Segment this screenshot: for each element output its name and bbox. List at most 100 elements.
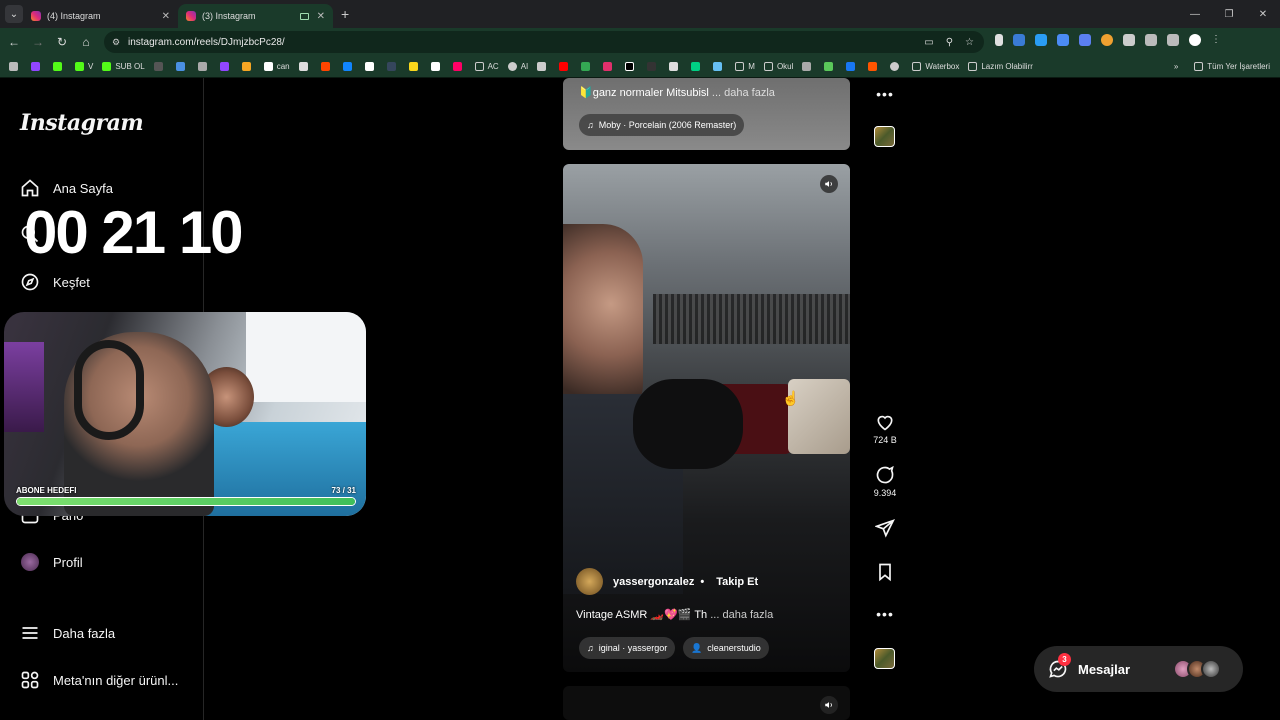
bookmark-item[interactable]: [408, 62, 422, 71]
restore-icon[interactable]: ❐: [1212, 0, 1246, 28]
sound-toggle-button[interactable]: [820, 175, 838, 193]
reel-more-action[interactable]: •••: [870, 606, 900, 622]
bookmark-item[interactable]: [197, 62, 211, 71]
author-avatar[interactable]: [576, 568, 603, 595]
bookmark-item[interactable]: [342, 62, 356, 71]
ext-badge-icon[interactable]: [1013, 34, 1025, 46]
bookmark-can[interactable]: can: [263, 62, 290, 71]
pen-ext-icon[interactable]: [995, 34, 1003, 46]
site-info-icon[interactable]: ⚙: [112, 37, 120, 48]
bookmark-item[interactable]: [647, 62, 660, 71]
bookmark-item[interactable]: [219, 62, 233, 71]
reload-icon[interactable]: ↻: [50, 35, 74, 49]
browser-menu-icon[interactable]: ⋮: [1211, 34, 1223, 46]
bookmark-item[interactable]: [175, 62, 189, 71]
close-tab-icon[interactable]: ✕: [317, 11, 325, 22]
bookmark-item[interactable]: [669, 62, 682, 71]
bookmark-item[interactable]: [320, 62, 334, 71]
collaborator-chip[interactable]: 👤 cleanerstudio: [683, 637, 769, 659]
bookmark-item[interactable]: [31, 62, 44, 71]
like-action[interactable]: 724 B: [870, 412, 900, 445]
download-icon[interactable]: [1145, 34, 1157, 46]
bookmark-item[interactable]: [824, 62, 837, 71]
more-link[interactable]: ... daha fazla: [710, 609, 773, 621]
sidebar-item-meta[interactable]: Meta'nın diğer ürünl...: [20, 670, 178, 690]
bookmark-folder-lazim[interactable]: Lazım Olabilirr: [968, 62, 1033, 71]
more-link[interactable]: ... daha fazla: [712, 87, 775, 99]
sidebar-item-explore[interactable]: Keşfet: [20, 272, 90, 292]
bookmark-folder-ac[interactable]: AC: [474, 62, 499, 71]
cast-icon[interactable]: ▭: [924, 37, 933, 48]
puzzle-icon[interactable]: [1123, 34, 1135, 46]
bookmark-item[interactable]: [625, 62, 638, 71]
reel-previous[interactable]: 🔰ganz normaler Mitsubisl ... daha fazla …: [563, 78, 850, 150]
instagram-logo[interactable]: Instagram: [20, 110, 144, 136]
bookmark-item[interactable]: [846, 62, 859, 71]
translate-ext-icon[interactable]: [1079, 34, 1091, 46]
home-browser-icon[interactable]: ⌂: [74, 35, 98, 49]
ext-icon[interactable]: [1101, 34, 1113, 46]
bookmark-item[interactable]: V: [75, 62, 93, 71]
bookmark-item[interactable]: [713, 62, 726, 71]
ext-icon[interactable]: [1035, 34, 1047, 46]
back-arrow-icon[interactable]: ←: [2, 35, 26, 49]
reading-list-icon[interactable]: [1167, 34, 1179, 46]
minimize-icon[interactable]: —: [1178, 0, 1212, 28]
comment-action[interactable]: 9.394: [870, 465, 900, 498]
address-bar[interactable]: ⚙ instagram.com/reels/DJmjzbcPc28/ ▭ ⚲ ☆: [104, 31, 984, 53]
bookmark-item[interactable]: [537, 62, 550, 71]
bookmark-item[interactable]: [603, 62, 616, 71]
comment-icon[interactable]: [875, 465, 895, 485]
sidebar-item-profile[interactable]: Profil: [20, 552, 83, 572]
apps-grid-icon[interactable]: [9, 62, 22, 71]
bookmark-item[interactable]: [298, 62, 312, 71]
more-options-icon[interactable]: •••: [876, 86, 894, 102]
bookmark-sub-ol[interactable]: SUB OL: [102, 62, 145, 71]
forward-arrow-icon[interactable]: →: [26, 35, 50, 49]
audio-thumbnail[interactable]: [874, 126, 895, 147]
bookmark-item[interactable]: [153, 62, 167, 71]
tab-instagram-2[interactable]: (3) Instagram ✕: [178, 4, 333, 28]
reel-caption[interactable]: Vintage ASMR 🏎️💖🎬 Th ... daha fazla: [576, 608, 773, 621]
close-window-icon[interactable]: ✕: [1246, 0, 1280, 28]
all-bookmarks-folder[interactable]: Tüm Yer İşaretleri: [1194, 62, 1270, 71]
bookmark-item[interactable]: [559, 62, 572, 71]
media-playing-icon[interactable]: [300, 12, 309, 20]
bookmark-folder-waterbox[interactable]: Waterbox: [912, 62, 959, 71]
bookmark-icon[interactable]: [875, 562, 895, 582]
tab-instagram-1[interactable]: (4) Instagram ✕: [23, 4, 178, 28]
follow-button[interactable]: Takip Et: [716, 576, 758, 588]
music-chip[interactable]: ♫ iginal · yassergor: [579, 637, 676, 659]
bookmark-item[interactable]: [868, 62, 881, 71]
bookmark-item[interactable]: [452, 62, 466, 71]
bookmark-item[interactable]: [386, 62, 400, 71]
bookmark-item[interactable]: [581, 62, 594, 71]
author-username[interactable]: yassergonzalez: [613, 576, 694, 588]
tab-search-button[interactable]: ⌄: [5, 5, 23, 23]
bookmark-folder-okul[interactable]: Okul: [763, 62, 793, 71]
bookmark-item[interactable]: [890, 62, 903, 71]
profile-avatar-icon[interactable]: [1189, 34, 1201, 46]
sidebar-item-more[interactable]: Daha fazla: [20, 623, 115, 643]
bookmark-item[interactable]: [802, 62, 815, 71]
zoom-icon[interactable]: ⚲: [946, 37, 953, 48]
heart-icon[interactable]: [875, 412, 895, 432]
reel-next[interactable]: [563, 686, 850, 720]
sidebar-item-home[interactable]: Ana Sayfa: [20, 178, 113, 198]
close-tab-icon[interactable]: ✕: [162, 11, 170, 22]
ext-icon[interactable]: [1057, 34, 1069, 46]
save-action[interactable]: [870, 562, 900, 582]
bookmark-star-icon[interactable]: ☆: [965, 37, 974, 48]
music-chip[interactable]: ♫ Moby · Porcelain (2006 Remaster): [579, 114, 745, 136]
more-options-icon[interactable]: •••: [876, 606, 894, 622]
sound-toggle-button[interactable]: [820, 696, 838, 714]
bookmark-item[interactable]: [241, 62, 255, 71]
bookmark-item[interactable]: [364, 62, 378, 71]
bookmark-item[interactable]: [430, 62, 444, 71]
new-tab-button[interactable]: +: [341, 6, 349, 22]
bookmark-item[interactable]: [691, 62, 704, 71]
bookmark-item[interactable]: [53, 62, 66, 71]
reel-current[interactable]: yassergonzalez • Takip Et Vintage ASMR 🏎…: [563, 164, 850, 672]
bookmark-folder-ai[interactable]: AI: [507, 62, 528, 71]
audio-thumbnail[interactable]: [874, 648, 895, 669]
